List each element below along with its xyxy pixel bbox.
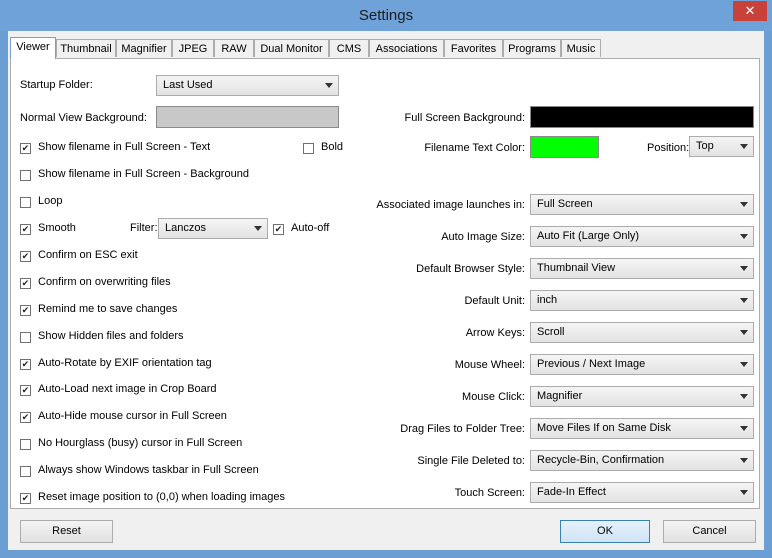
auto-load-crop-label: Auto-Load next image in Crop Board	[38, 383, 217, 395]
cancel-button[interactable]: Cancel	[663, 520, 756, 543]
single-file-deleted-dropdown[interactable]: Recycle-Bin, Confirmation	[530, 450, 754, 471]
remind-save-label: Remind me to save changes	[38, 303, 178, 315]
startup-folder-dropdown[interactable]: Last Used	[156, 75, 339, 96]
default-browser-style-label: Default Browser Style:	[416, 263, 525, 275]
tab-favorites[interactable]: Favorites	[444, 39, 503, 57]
position-label: Position:	[647, 142, 690, 154]
chevron-down-icon	[254, 226, 262, 231]
confirm-overwrite-label: Confirm on overwriting files	[38, 276, 171, 288]
chevron-down-icon	[740, 490, 748, 495]
mouse-click-dropdown[interactable]: Magnifier	[530, 386, 754, 407]
chevron-down-icon	[740, 298, 748, 303]
tab-music[interactable]: Music	[561, 39, 601, 57]
mouse-click-label: Mouse Click:	[462, 391, 525, 403]
mouse-wheel-dropdown[interactable]: Previous / Next Image	[530, 354, 754, 375]
filename-text-color-swatch[interactable]	[530, 136, 599, 158]
window-title: Settings	[358, 7, 414, 24]
smooth-checkbox[interactable]	[20, 224, 31, 235]
remind-save-checkbox[interactable]	[20, 305, 31, 316]
auto-off-label: Auto-off	[291, 222, 330, 234]
position-dropdown[interactable]: Top	[689, 136, 754, 157]
full-screen-bg-swatch[interactable]	[530, 106, 754, 128]
normal-view-bg-label: Normal View Background:	[20, 112, 147, 124]
no-hourglass-label: No Hourglass (busy) cursor in Full Scree…	[38, 437, 243, 449]
tab-viewer[interactable]: Viewer	[10, 37, 56, 59]
settings-window: Settings ✕ Viewer Thumbnail Magnifier JP…	[0, 0, 772, 558]
tab-cms[interactable]: CMS	[329, 39, 369, 57]
ok-button[interactable]: OK	[560, 520, 650, 543]
full-screen-bg-label: Full Screen Background:	[404, 112, 525, 124]
drag-files-label: Drag Files to Folder Tree:	[400, 423, 525, 435]
chevron-down-icon	[740, 362, 748, 367]
reset-position-checkbox[interactable]	[20, 493, 31, 504]
associated-launch-label: Associated image launches in:	[376, 199, 525, 211]
touch-screen-label: Touch Screen:	[454, 487, 525, 499]
default-unit-dropdown[interactable]: inch	[530, 290, 754, 311]
tab-raw[interactable]: RAW	[214, 39, 254, 57]
show-hidden-checkbox[interactable]	[20, 332, 31, 343]
show-filename-text-label: Show filename in Full Screen - Text	[38, 141, 211, 153]
reset-position-label: Reset image position to (0,0) when loadi…	[38, 491, 286, 503]
startup-folder-label: Startup Folder:	[20, 79, 93, 91]
show-hidden-label: Show Hidden files and folders	[38, 330, 184, 342]
chevron-down-icon	[740, 234, 748, 239]
default-browser-style-dropdown[interactable]: Thumbnail View	[530, 258, 754, 279]
chevron-down-icon	[740, 266, 748, 271]
tab-dual-monitor[interactable]: Dual Monitor	[254, 39, 329, 57]
chevron-down-icon	[740, 458, 748, 463]
tab-magnifier[interactable]: Magnifier	[116, 39, 172, 57]
auto-image-size-label: Auto Image Size:	[441, 231, 525, 243]
confirm-esc-checkbox[interactable]	[20, 251, 31, 262]
tab-programs[interactable]: Programs	[503, 39, 561, 57]
tab-thumbnail[interactable]: Thumbnail	[56, 39, 116, 57]
show-filename-text-checkbox[interactable]	[20, 143, 31, 154]
filter-dropdown[interactable]: Lanczos	[158, 218, 268, 239]
confirm-esc-label: Confirm on ESC exit	[38, 249, 138, 261]
chevron-down-icon	[740, 426, 748, 431]
chevron-down-icon	[740, 202, 748, 207]
tab-associations[interactable]: Associations	[369, 39, 444, 57]
auto-off-checkbox[interactable]	[273, 224, 284, 235]
arrow-keys-label: Arrow Keys:	[465, 327, 525, 339]
viewer-tab-panel: Startup Folder: Last Used Normal View Ba…	[10, 58, 760, 509]
filename-text-color-label: Filename Text Color:	[424, 142, 525, 154]
loop-checkbox[interactable]	[20, 197, 31, 208]
drag-files-dropdown[interactable]: Move Files If on Same Disk	[530, 418, 754, 439]
chevron-down-icon	[325, 83, 333, 88]
normal-view-bg-swatch[interactable]	[156, 106, 339, 128]
filter-label: Filter:	[130, 222, 158, 234]
auto-image-size-dropdown[interactable]: Auto Fit (Large Only)	[530, 226, 754, 247]
auto-load-crop-checkbox[interactable]	[20, 385, 31, 396]
reset-button[interactable]: Reset	[20, 520, 113, 543]
close-button[interactable]: ✕	[733, 1, 767, 21]
title-bar: Settings ✕	[0, 0, 772, 31]
dialog-client-area: Viewer Thumbnail Magnifier JPEG RAW Dual…	[8, 31, 764, 550]
show-taskbar-checkbox[interactable]	[20, 466, 31, 477]
default-unit-label: Default Unit:	[464, 295, 525, 307]
show-taskbar-label: Always show Windows taskbar in Full Scre…	[38, 464, 259, 476]
auto-rotate-label: Auto-Rotate by EXIF orientation tag	[38, 357, 212, 369]
show-filename-background-label: Show filename in Full Screen - Backgroun…	[38, 168, 249, 180]
associated-launch-dropdown[interactable]: Full Screen	[530, 194, 754, 215]
touch-screen-dropdown[interactable]: Fade-In Effect	[530, 482, 754, 503]
bold-checkbox[interactable]	[303, 143, 314, 154]
auto-hide-cursor-label: Auto-Hide mouse cursor in Full Screen	[38, 410, 227, 422]
single-file-deleted-label: Single File Deleted to:	[417, 455, 525, 467]
smooth-label: Smooth	[38, 222, 76, 234]
bold-label: Bold	[321, 141, 344, 153]
tab-jpeg[interactable]: JPEG	[172, 39, 214, 57]
no-hourglass-checkbox[interactable]	[20, 439, 31, 450]
loop-label: Loop	[38, 195, 63, 207]
arrow-keys-dropdown[interactable]: Scroll	[530, 322, 754, 343]
mouse-wheel-label: Mouse Wheel:	[454, 359, 525, 371]
chevron-down-icon	[740, 394, 748, 399]
confirm-overwrite-checkbox[interactable]	[20, 278, 31, 289]
auto-hide-cursor-checkbox[interactable]	[20, 412, 31, 423]
chevron-down-icon	[740, 144, 748, 149]
auto-rotate-checkbox[interactable]	[20, 359, 31, 370]
chevron-down-icon	[740, 330, 748, 335]
show-filename-background-checkbox[interactable]	[20, 170, 31, 181]
